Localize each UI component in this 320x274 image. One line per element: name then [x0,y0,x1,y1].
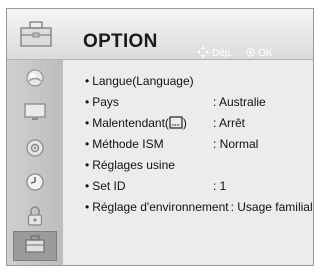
menu-item-value: : Arrêt [213,116,246,130]
bullet: • [85,158,90,172]
menu-item-label-suffix: ) [182,116,187,130]
menu-item-environment[interactable]: • Réglage d'environnement: Usage familial [85,200,313,214]
screen-icon [23,102,47,127]
sidebar-item-screen[interactable] [7,100,63,128]
menu-item-label: Set ID [92,179,126,193]
menu-item-value: : Australie [213,95,266,109]
menu-item-language[interactable]: • Langue(Language) [85,74,194,88]
menu-item-label: Langue(Language) [92,74,194,88]
menu-item-label: Pays [92,95,119,109]
menu-item-value: : 1 [213,179,227,193]
sidebar-item-time[interactable] [7,170,63,198]
option-icon [24,234,46,259]
toolbox-icon [15,17,57,51]
ok-button-icon [246,47,255,61]
ok-hint-label: OK [258,48,273,59]
menu-item-label: Malentendant( [92,116,169,130]
audio-icon [25,138,45,163]
bullet: • [85,179,90,193]
sidebar-item-option[interactable] [13,231,57,261]
sidebar-item-audio[interactable] [7,136,63,164]
page-title: OPTION [83,31,158,52]
move-hint-label: Dép. [212,48,234,59]
bullet: • [85,74,90,88]
menu-item-value: : Normal [213,137,259,151]
sidebar-item-lock[interactable] [7,204,63,232]
menu-header: OPTION Dép. OK [7,9,313,60]
sidebar-item-picture[interactable] [7,66,63,94]
subtitle-icon [169,116,183,132]
option-list: • Langue(Language) • Pays : Australie • Mal… [63,60,313,265]
menu-item-label: Méthode ISM [92,137,164,151]
menu-item-label: Réglages usine [92,158,175,172]
menu-item-set-id[interactable]: • Set ID : 1 [85,179,226,193]
menu-item-label: Réglage d'environnement [92,200,229,214]
menu-item-country[interactable]: • Pays : Australie [85,95,266,109]
bullet: • [85,137,90,151]
bullet: • [85,95,90,109]
bullet: • [85,200,90,214]
lock-icon [25,205,45,232]
option-menu-panel: OPTION Dép. OK • Langue(Language) • Pays… [6,8,314,266]
menu-item-ism-method[interactable]: • Méthode ISM : Normal [85,137,258,151]
clock-icon [25,172,45,197]
bullet: • [85,116,90,130]
menu-item-hearing-impaired[interactable]: • Malentendant() : Arrêt [85,116,245,132]
menu-sidebar [7,60,63,265]
menu-item-value: : Usage familial [230,200,313,214]
menu-item-factory-reset[interactable]: • Réglages usine [85,158,175,172]
picture-icon [25,68,45,93]
